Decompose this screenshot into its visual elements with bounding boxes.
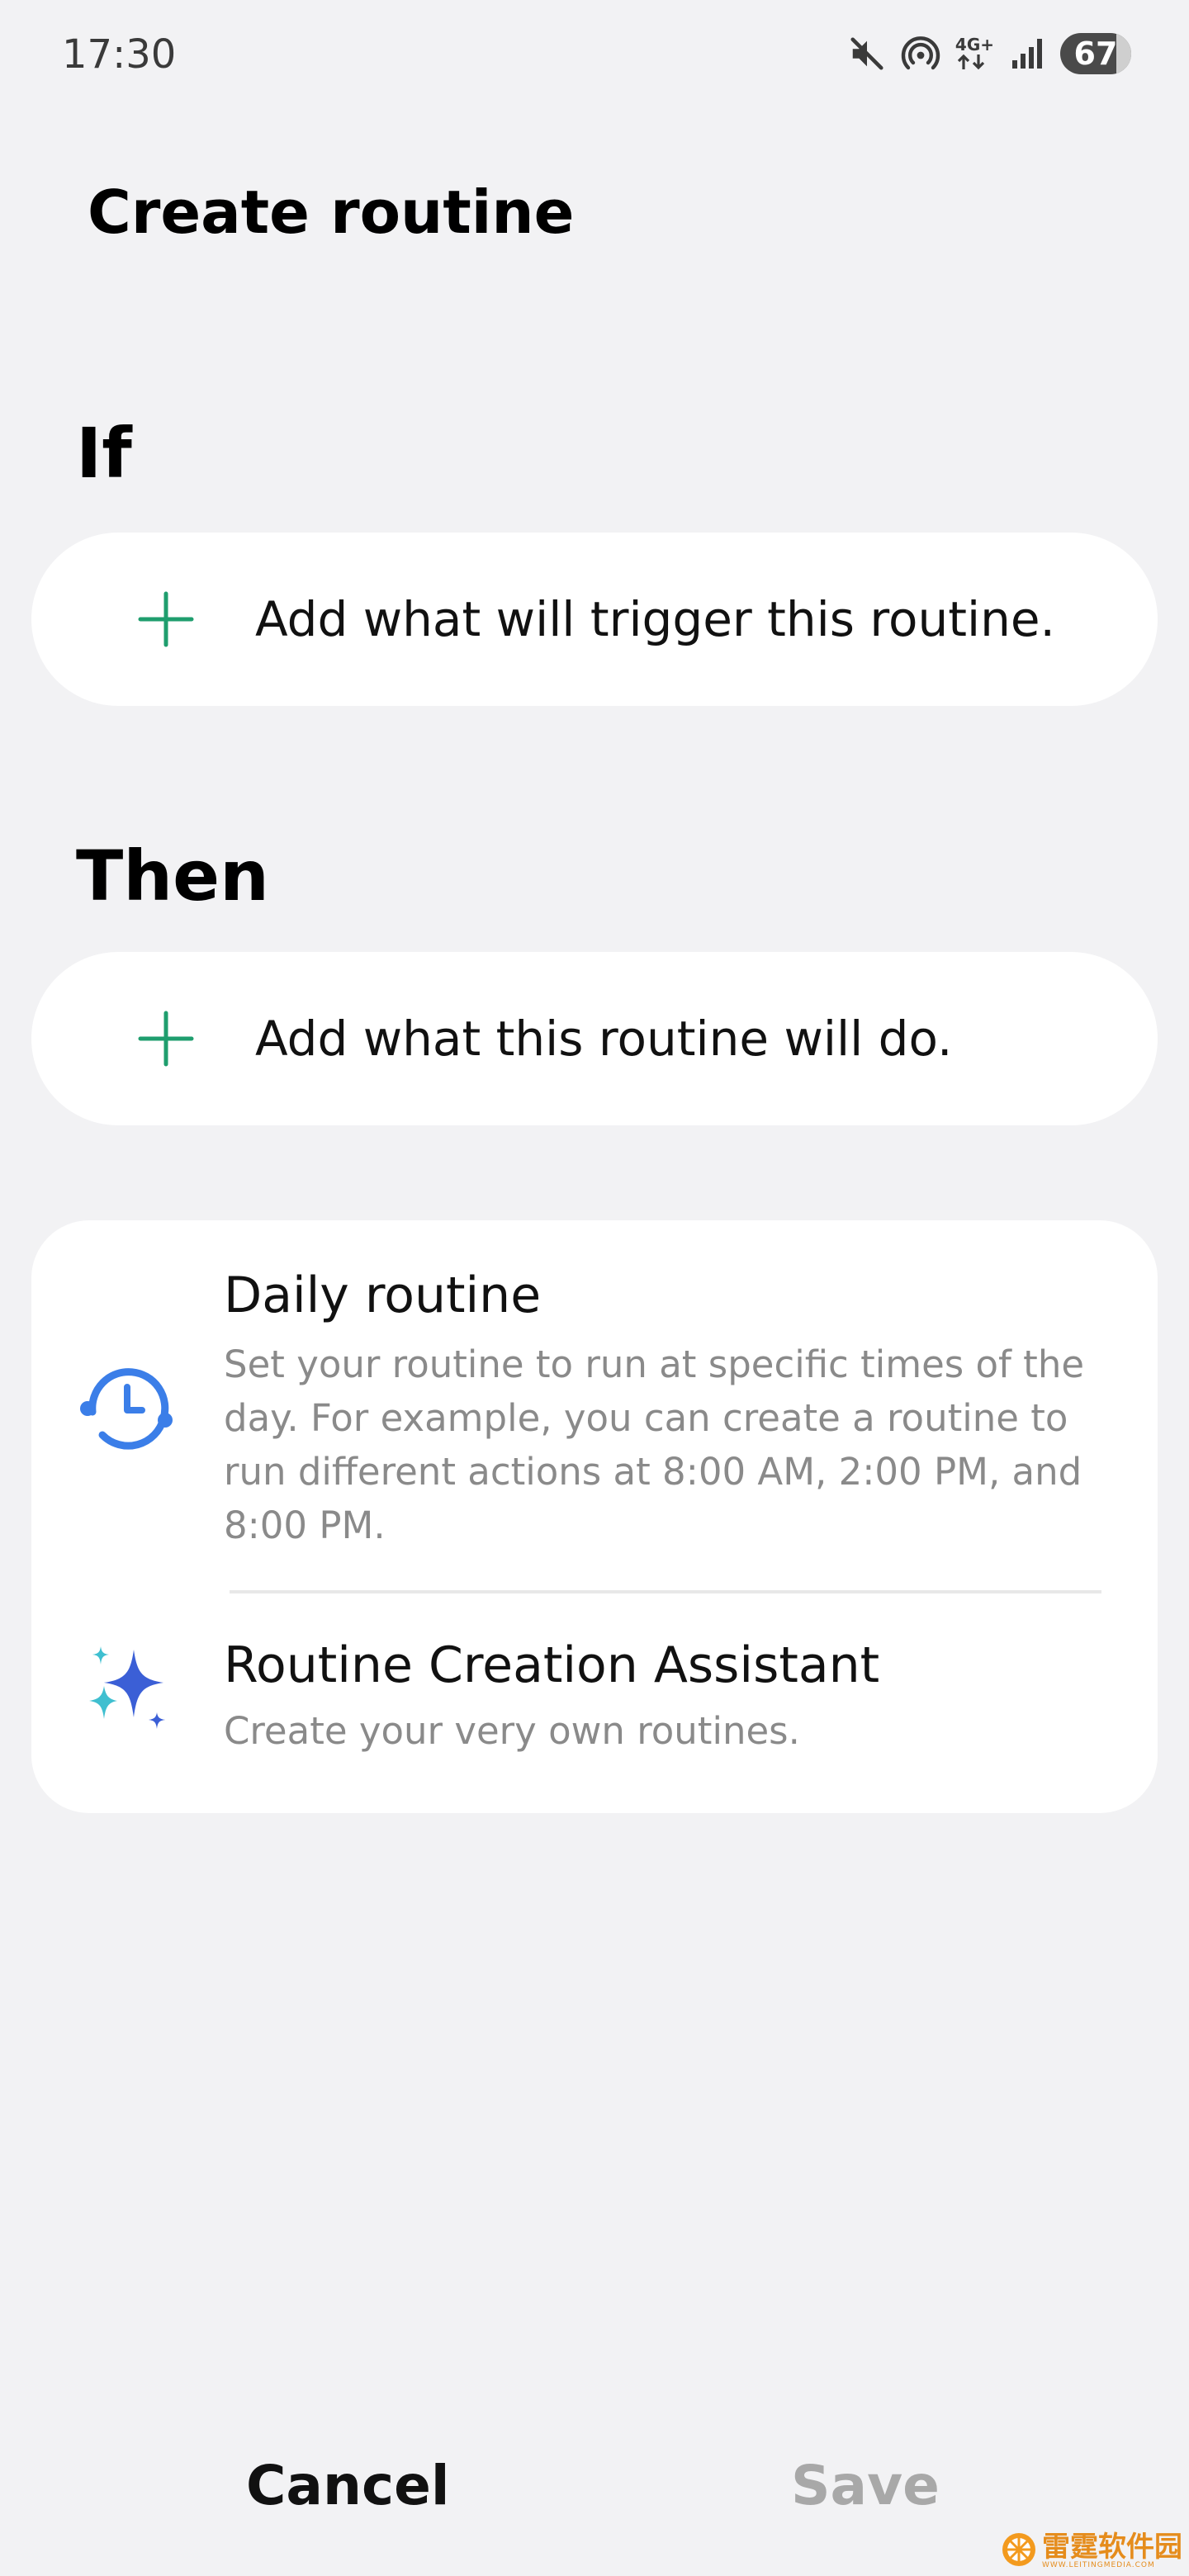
add-action-label: Add what this routine will do. xyxy=(255,1011,953,1067)
status-icons: 4G+ 67 xyxy=(848,33,1131,74)
suggestions-card: Daily routine Set your routine to run at… xyxy=(31,1220,1158,1813)
daily-routine-description: Set your routine to run at specific time… xyxy=(224,1342,1085,1547)
add-trigger-button[interactable]: Add what will trigger this routine. xyxy=(31,533,1158,706)
watermark-text: 雷霆软件园 xyxy=(1042,2531,1182,2564)
orange-logo-icon xyxy=(1001,2531,1037,2571)
then-heading: Then xyxy=(76,836,269,916)
assistant-title: Routine Creation Assistant xyxy=(224,1636,880,1694)
clock-cycle-icon xyxy=(78,1359,180,1458)
bottom-action-bar: Cancel Save xyxy=(0,2436,1189,2543)
daily-routine-title: Daily routine xyxy=(224,1267,542,1324)
plus-icon xyxy=(137,1010,195,1068)
network-label: 4G+ xyxy=(955,35,994,54)
cancel-button[interactable]: Cancel xyxy=(246,2454,449,2517)
daily-routine-item[interactable]: Daily routine Set your routine to run at… xyxy=(31,1220,1158,1590)
network-type: 4G+ xyxy=(955,36,994,71)
status-bar: 17:30 4G+ 67 xyxy=(0,0,1189,107)
save-button[interactable]: Save xyxy=(791,2454,940,2517)
plus-icon xyxy=(137,590,195,648)
add-action-button[interactable]: Add what this routine will do. xyxy=(31,952,1158,1125)
status-time: 17:30 xyxy=(62,31,177,78)
mute-icon xyxy=(848,35,886,73)
add-trigger-label: Add what will trigger this routine. xyxy=(255,591,1055,647)
battery-level: 67 xyxy=(1073,36,1118,72)
signal-icon xyxy=(1009,36,1045,72)
if-heading: If xyxy=(76,413,132,494)
battery-indicator: 67 xyxy=(1060,33,1131,74)
watermark: 雷霆软件园 WWW.LEITINGMEDIA.COM xyxy=(1001,2531,1182,2571)
routine-creation-assistant-item[interactable]: Routine Creation Assistant Create your v… xyxy=(31,1593,1158,1813)
hotspot-icon xyxy=(901,34,940,73)
page-title: Create routine xyxy=(88,178,575,247)
assistant-description: Create your very own routines. xyxy=(224,1709,800,1753)
sparkle-icon xyxy=(88,1643,170,1739)
